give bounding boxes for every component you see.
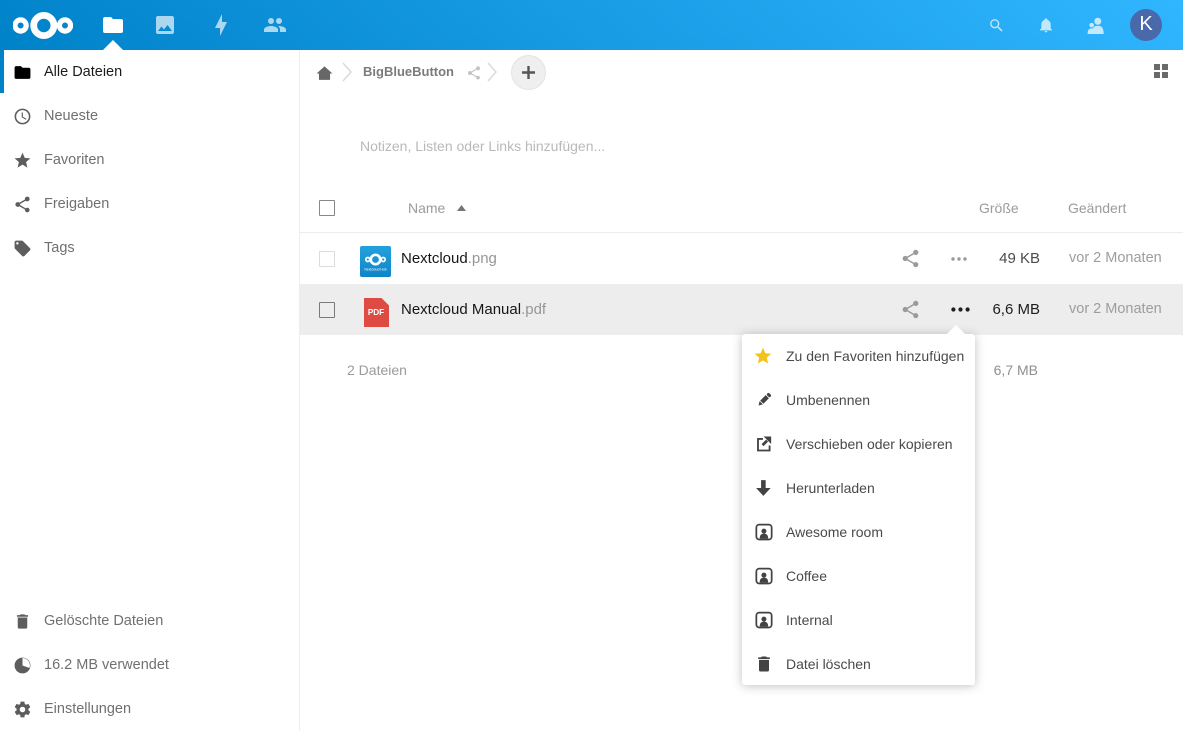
- svg-text:Nextcloud Hub: Nextcloud Hub: [364, 267, 386, 271]
- svg-text:PDF: PDF: [367, 308, 383, 317]
